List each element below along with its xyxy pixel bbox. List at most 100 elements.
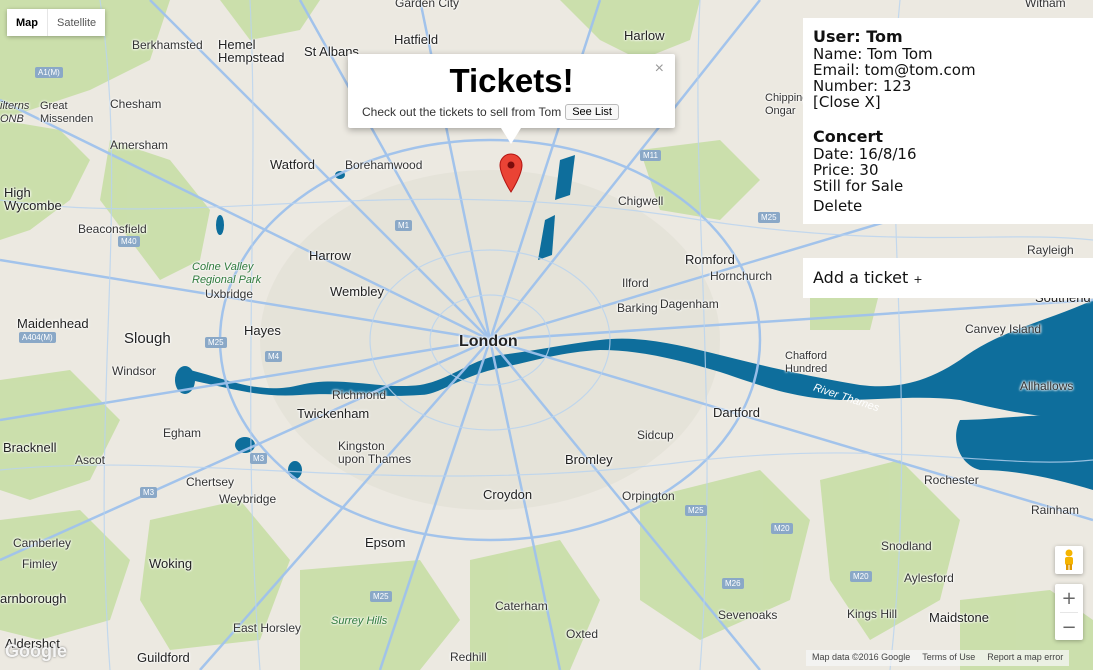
place-label: Uxbridge [205, 287, 254, 301]
place-label: Ascot [75, 453, 106, 467]
place-label: Amersham [110, 138, 169, 152]
place-label: Great Missenden [40, 100, 94, 125]
place-label: Watford [270, 157, 316, 172]
place-label: Croydon [483, 487, 533, 502]
place-label: Hatfield [394, 32, 439, 47]
road-shield: M20 [771, 523, 793, 534]
place-label: Hayes [244, 323, 281, 338]
place-label: Harlow [624, 28, 665, 43]
see-list-button[interactable]: See List [565, 104, 619, 120]
place-label: Rochester [924, 473, 979, 487]
road-shield: M4 [265, 351, 283, 362]
place-label: Bracknell [3, 440, 57, 455]
street-view-pegman-icon[interactable] [1055, 546, 1083, 574]
place-label: Ilford [622, 276, 649, 290]
road-shield: M26 [722, 578, 744, 589]
place-label: Surrey Hills [331, 615, 388, 627]
map-pin-icon[interactable] [499, 153, 523, 198]
report-error-link[interactable]: Report a map error [987, 652, 1063, 664]
place-label: Fimley [22, 557, 58, 571]
place-label: Allhallows [1020, 379, 1074, 393]
place-label: Berkhamsted [132, 38, 203, 52]
place-label: Camberley [13, 536, 72, 550]
place-label: Redhill [450, 650, 487, 664]
place-label: Twickenham [297, 406, 370, 421]
place-label: Weybridge [219, 492, 277, 506]
place-label: Kings Hill [847, 607, 898, 621]
place-label: Canvey Island [965, 322, 1042, 336]
add-ticket-label: Add a ticket [813, 268, 909, 287]
info-window-text: Check out the tickets to sell from Tom [362, 105, 562, 119]
place-label: Slough [124, 330, 171, 347]
place-label: Kingston upon Thames [338, 439, 412, 466]
place-label: Sidcup [637, 428, 674, 442]
place-label: Dagenham [660, 297, 719, 311]
add-ticket-button[interactable]: Add a ticket + [803, 258, 1093, 298]
zoom-in-button[interactable]: + [1055, 584, 1083, 612]
terms-link[interactable]: Terms of Use [922, 652, 975, 664]
close-icon[interactable]: × [655, 60, 664, 78]
place-label: Epsom [365, 535, 406, 550]
plus-icon: + [913, 273, 923, 286]
info-window: Tickets! Check out the tickets to sell f… [348, 54, 675, 144]
zoom-out-button[interactable]: − [1055, 613, 1083, 641]
user-email: Email: tom@tom.com [813, 61, 976, 79]
delete-ticket-link[interactable]: Delete [813, 198, 1083, 214]
close-panel-link[interactable]: [Close X] [813, 94, 1083, 110]
place-label: Garden City [395, 0, 460, 10]
place-label: Maidenhead [17, 316, 89, 331]
map-footer: Map data ©2016 Google Terms of Use Repor… [806, 650, 1070, 666]
road-shield: M1 [395, 220, 413, 231]
place-label: Woking [149, 556, 193, 571]
road-shield: A404(M) [19, 332, 56, 343]
ticket-title: Concert [813, 127, 883, 146]
place-label: London [459, 333, 518, 350]
place-label: Romford [685, 252, 735, 267]
map-type-satellite-button[interactable]: Satellite [48, 9, 106, 36]
place-label: Egham [163, 426, 202, 440]
zoom-control: + − [1055, 584, 1083, 640]
place-label: Aylesford [904, 571, 954, 585]
road-shield: M25 [685, 505, 707, 516]
user-name: Name: Tom Tom [813, 45, 933, 63]
user-panel: User: Tom Name: Tom Tom Email: tom@tom.c… [803, 18, 1093, 224]
place-label: Chesham [110, 97, 162, 111]
place-label: Bromley [565, 452, 613, 467]
place-label: Borehamwood [345, 158, 423, 172]
ticket-status: Still for Sale [813, 177, 904, 195]
place-label: Maidstone [929, 610, 989, 625]
place-label: Sevenoaks [718, 608, 778, 622]
road-shield: M3 [140, 487, 158, 498]
place-label: Snodland [881, 539, 932, 553]
place-label: ilterns ONB [0, 100, 30, 125]
road-shield: M25 [370, 591, 392, 602]
road-shield: M40 [118, 236, 140, 247]
road-shield: M25 [758, 212, 780, 223]
road-shield: A1(M) [35, 67, 63, 78]
place-label: Oxted [566, 627, 599, 641]
place-label: Beaconsfield [78, 222, 147, 236]
place-label: Orpington [622, 489, 675, 503]
road-shield: M20 [850, 571, 872, 582]
place-label: Chipping Ongar [765, 92, 809, 117]
place-label: Hornchurch [710, 269, 773, 283]
map-type-map-button[interactable]: Map [7, 9, 47, 36]
place-label: Chertsey [186, 475, 235, 489]
user-number: Number: 123 [813, 77, 912, 95]
info-window-body: Check out the tickets to sell from Tom S… [362, 104, 619, 120]
place-label: Richmond [332, 388, 387, 402]
place-label: arnborough [0, 591, 67, 606]
place-label: Caterham [495, 599, 548, 613]
map-type-control: Map Satellite [7, 9, 106, 36]
user-heading: User: Tom [813, 27, 903, 46]
place-label: Guildford [137, 650, 190, 665]
place-label: High Wycombe [4, 185, 62, 213]
place-label: Hemel Hempstead [218, 37, 285, 65]
road-shield: M25 [205, 337, 227, 348]
place-label: Chafford Hundred [785, 350, 828, 375]
info-window-title: Tickets! [449, 62, 574, 99]
place-label: Wembley [330, 284, 384, 299]
place-label: Colne Valley Regional Park [192, 261, 262, 286]
place-label: Dartford [713, 405, 760, 420]
